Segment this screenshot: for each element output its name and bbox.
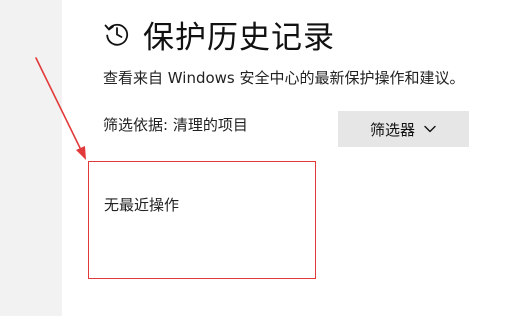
page-header: 保护历史记录 bbox=[103, 14, 335, 56]
filter-button-label: 筛选器 bbox=[369, 120, 415, 139]
filter-button[interactable]: 筛选器 bbox=[338, 111, 469, 147]
left-nav-strip bbox=[0, 0, 62, 316]
highlight-annotation-box bbox=[88, 161, 316, 279]
filter-criteria-label: 筛选依据: 清理的项目 bbox=[103, 116, 248, 134]
chevron-down-icon bbox=[423, 122, 437, 136]
page-title: 保护历史记录 bbox=[143, 19, 335, 56]
history-icon bbox=[103, 20, 131, 48]
page-description: 查看来自 Windows 安全中心的最新保护操作和建议。 bbox=[103, 69, 465, 87]
empty-history-message: 无最近操作 bbox=[104, 196, 180, 214]
